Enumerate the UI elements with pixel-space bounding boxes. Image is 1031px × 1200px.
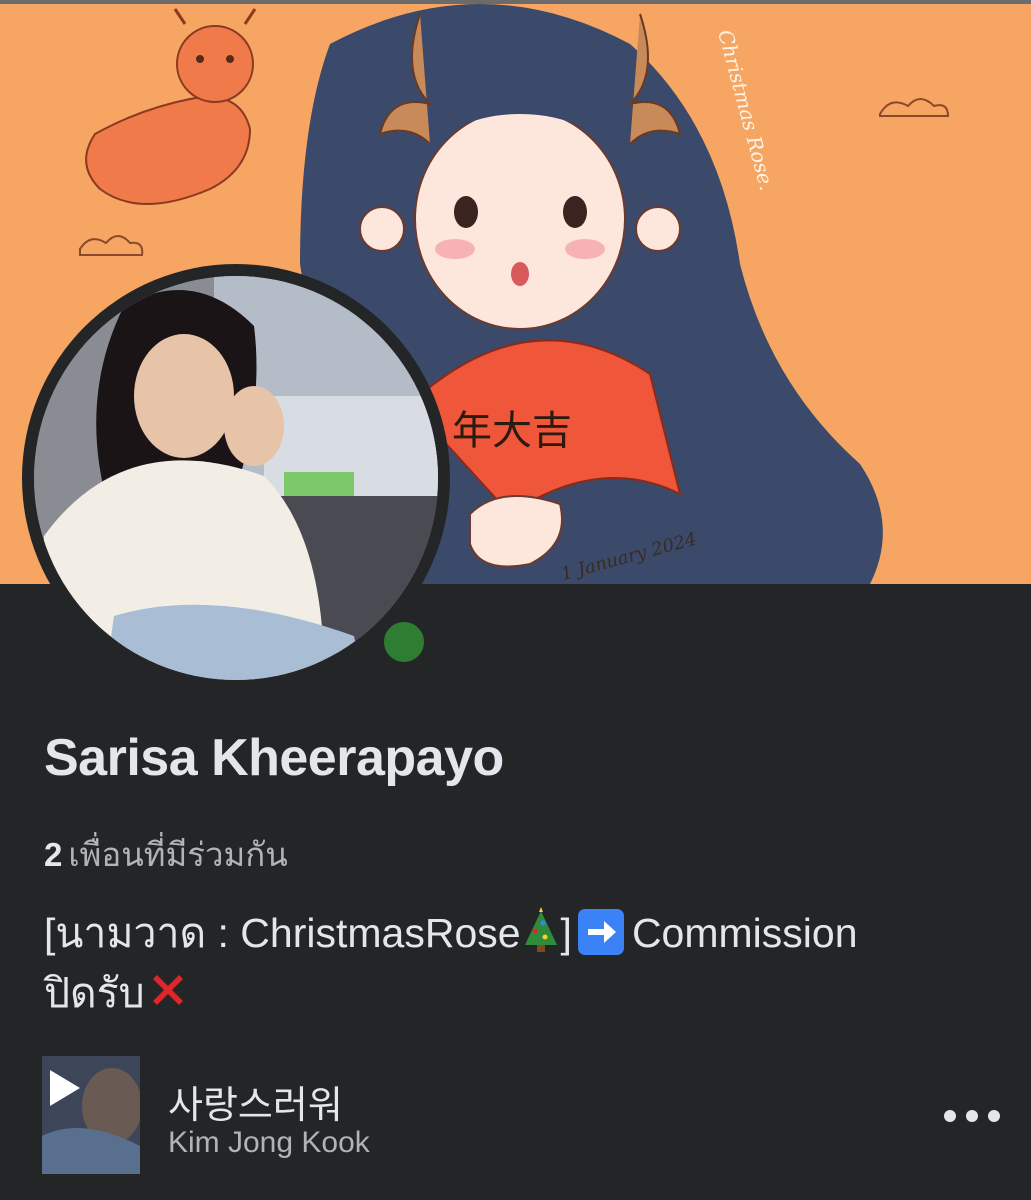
cross-mark-icon bbox=[145, 967, 191, 1026]
song-artist: Kim Jong Kook bbox=[168, 1126, 370, 1159]
fan-text: 年大吉 bbox=[452, 408, 572, 454]
profile-music[interactable]: 사랑스러워 Kim Jong Kook bbox=[42, 1056, 1002, 1176]
mutual-friends[interactable]: 2 เพื่อนที่มีร่วมกัน bbox=[44, 828, 288, 881]
profile-picture-frame[interactable] bbox=[22, 264, 450, 692]
right-arrow-icon bbox=[577, 909, 624, 955]
profile-photo-illustration bbox=[34, 276, 438, 680]
bio-prefix: [นามวาด : ChristmasRose bbox=[44, 910, 521, 956]
bio-status: ปิดรับ bbox=[44, 970, 145, 1016]
online-status-dot bbox=[378, 616, 430, 668]
mutual-friends-label: เพื่อนที่มีร่วมกัน bbox=[68, 836, 288, 873]
bio-line-2: ปิดรับ bbox=[44, 966, 994, 1026]
profile-name: Sarisa Kheerapayo bbox=[44, 729, 504, 787]
album-art[interactable] bbox=[42, 1056, 140, 1174]
mutual-friends-count: 2 bbox=[44, 836, 63, 873]
more-icon[interactable] bbox=[942, 1096, 1002, 1136]
bio-commission: Commission bbox=[631, 910, 858, 956]
song-title: 사랑스러워 bbox=[168, 1085, 343, 1127]
profile-bio: [นามวาด : ChristmasRose] Commission ปิดรั… bbox=[44, 906, 994, 1026]
bio-bracket: ] bbox=[560, 910, 572, 956]
christmas-tree-icon bbox=[521, 907, 561, 966]
bio-line-1: [นามวาด : ChristmasRose] Commission bbox=[44, 906, 994, 966]
profile-picture[interactable] bbox=[34, 276, 438, 680]
